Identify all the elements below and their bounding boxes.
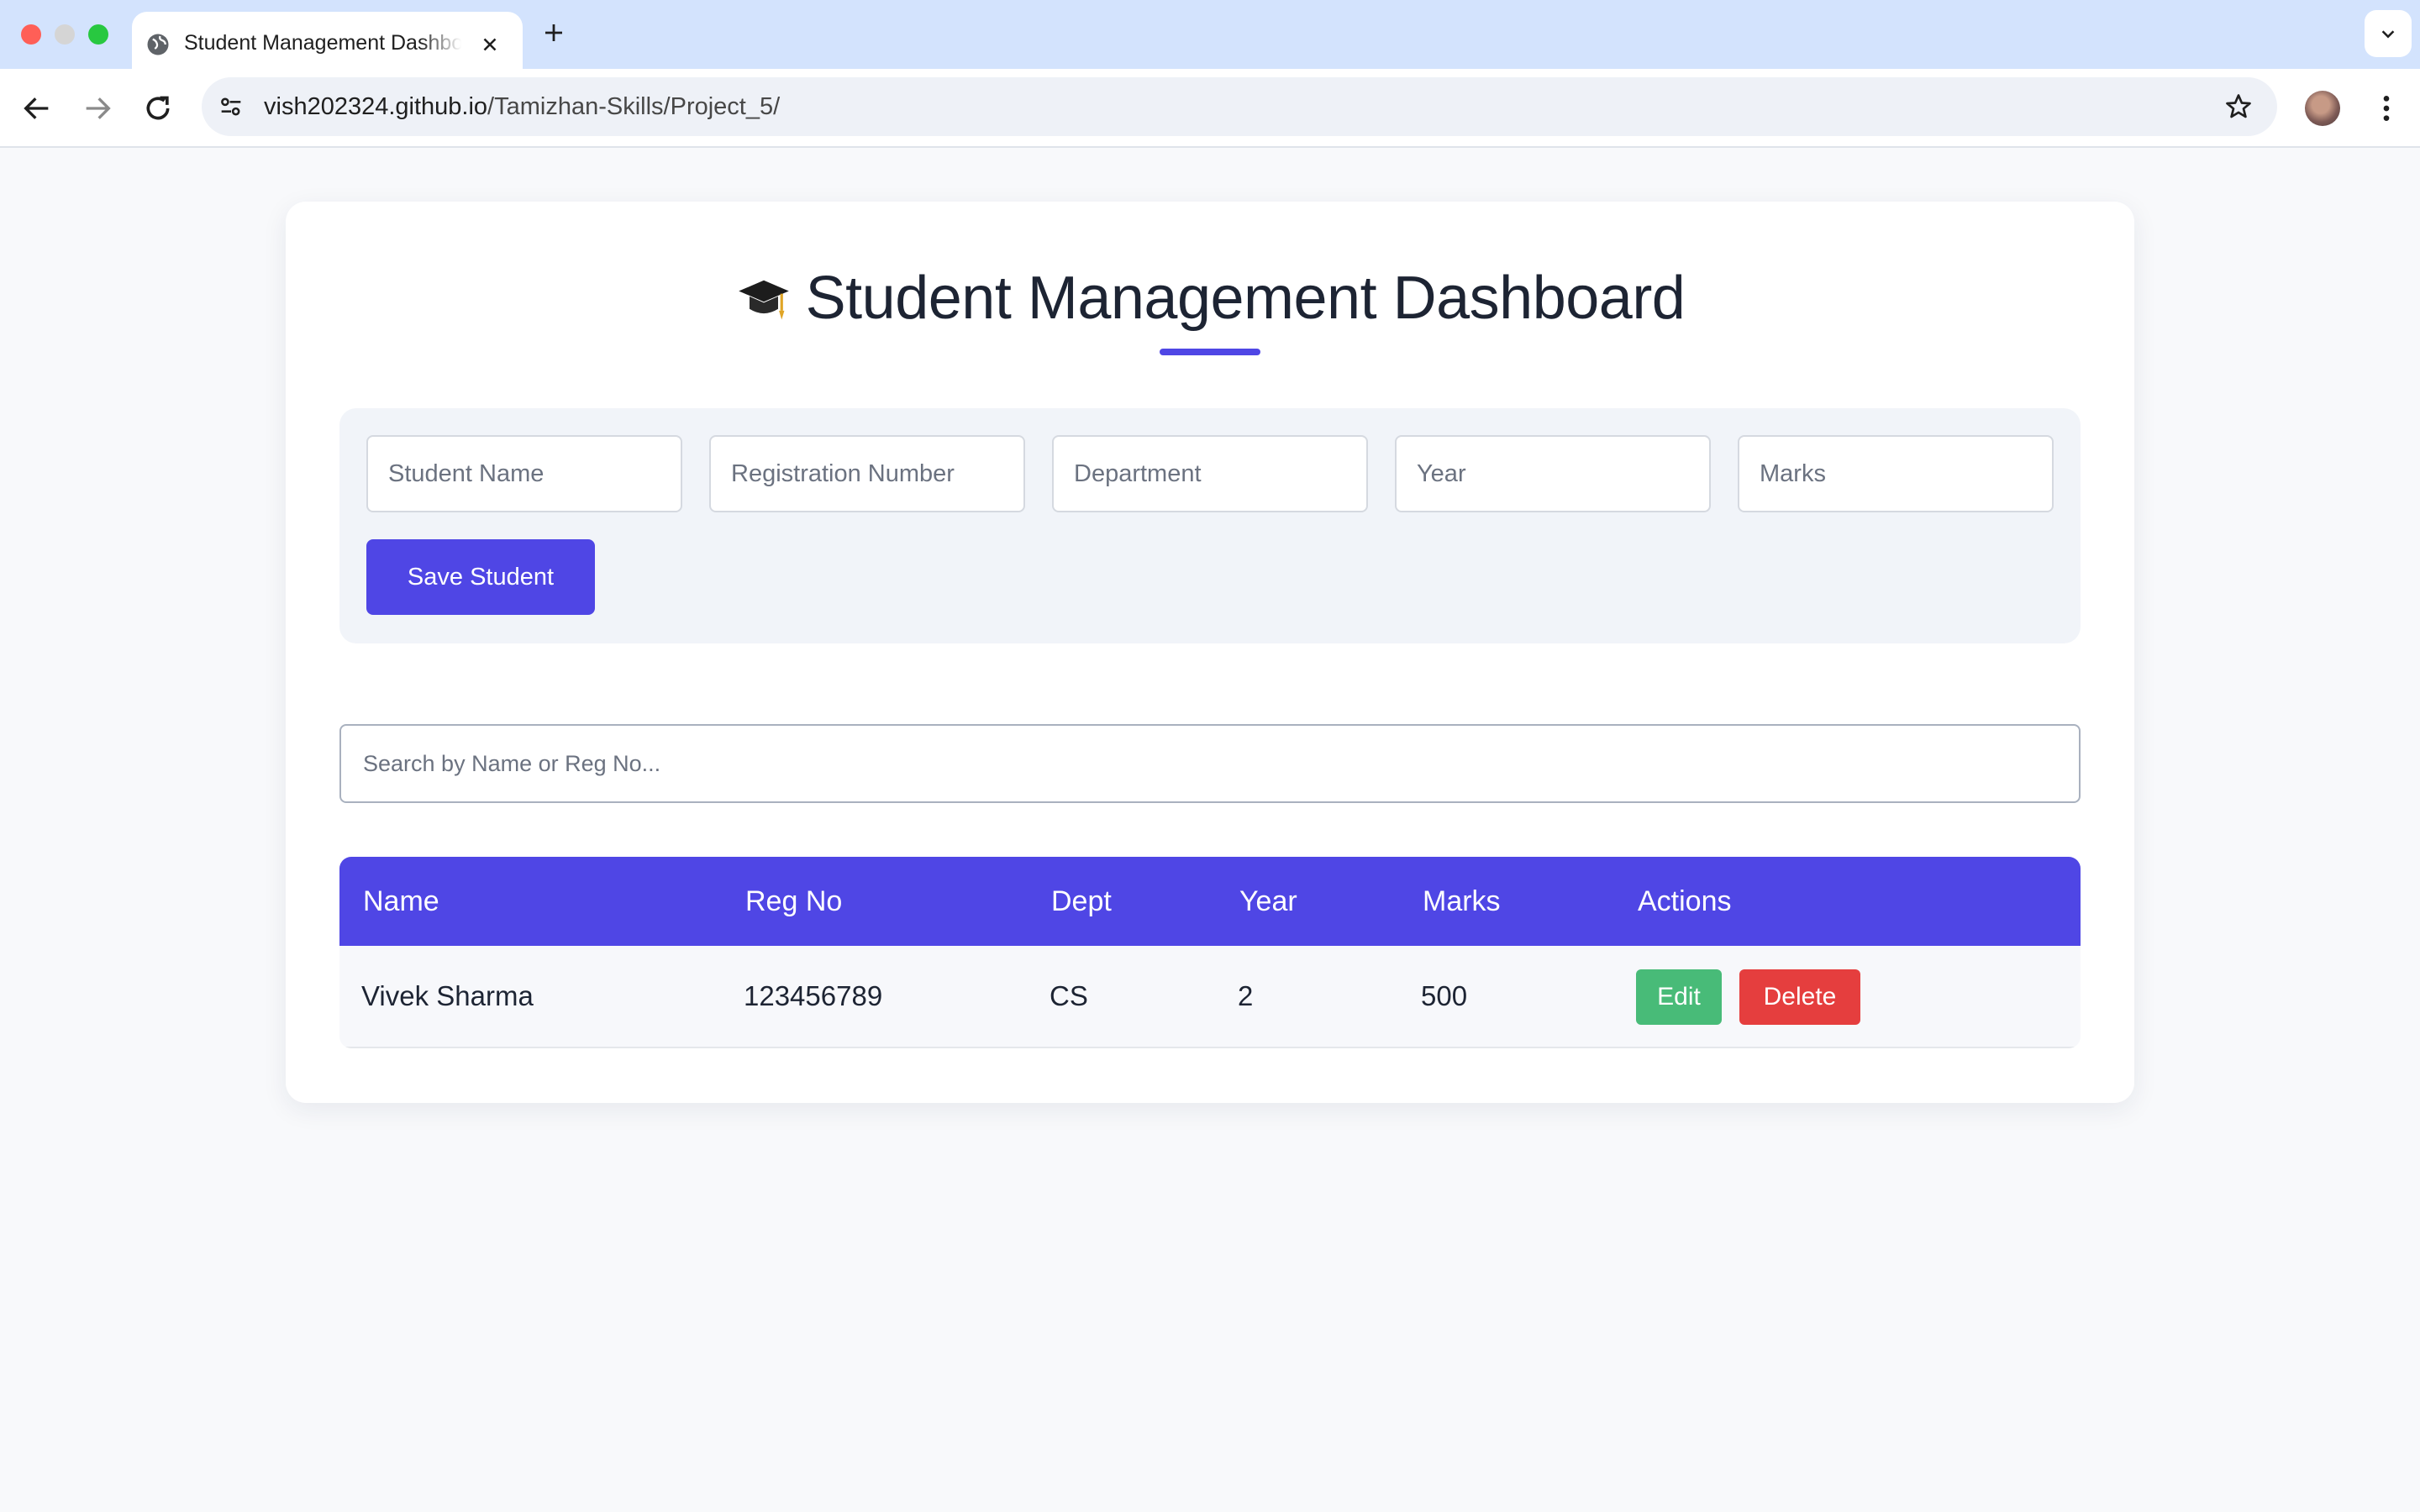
table-row: Vivek Sharma 123456789 CS 2 500 Edit Del… bbox=[339, 946, 2081, 1048]
reload-icon[interactable] bbox=[141, 92, 175, 125]
url-host: vish202324.github.io bbox=[264, 93, 488, 120]
browser-tab-strip: Student Management Dashboard bbox=[0, 0, 2420, 69]
chevron-down-icon bbox=[2381, 30, 2395, 39]
page-title: Student Management Dashboard bbox=[805, 265, 1686, 332]
dashboard-card: Student Management Dashboard Save Studen… bbox=[286, 202, 2134, 1103]
browser-toolbar: vish202324.github.io/Tamizhan-Skills/Pro… bbox=[0, 69, 2420, 148]
address-bar[interactable]: vish202324.github.io/Tamizhan-Skills/Pro… bbox=[202, 77, 2277, 136]
student-name-input[interactable] bbox=[366, 435, 682, 512]
column-header-year: Year bbox=[1239, 885, 1297, 917]
search-input[interactable] bbox=[339, 724, 2081, 803]
registration-number-input[interactable] bbox=[709, 435, 1025, 512]
students-table: Name Reg No Dept Year Marks Actions Vive… bbox=[339, 857, 2081, 1048]
minimize-window-button[interactable] bbox=[55, 24, 75, 45]
student-form: Save Student bbox=[339, 408, 2081, 643]
back-arrow-icon[interactable] bbox=[20, 92, 54, 125]
marks-input[interactable] bbox=[1738, 435, 2054, 512]
profile-avatar[interactable] bbox=[2305, 91, 2340, 126]
cell-dept: CS bbox=[1050, 980, 1088, 1011]
forward-arrow-icon[interactable] bbox=[81, 92, 114, 125]
column-header-marks: Marks bbox=[1423, 885, 1501, 917]
cell-year: 2 bbox=[1238, 980, 1254, 1011]
globe-icon bbox=[147, 34, 169, 55]
department-input[interactable] bbox=[1052, 435, 1368, 512]
table-header: Name Reg No Dept Year Marks Actions bbox=[339, 857, 2081, 946]
url-text: vish202324.github.io/Tamizhan-Skills/Pro… bbox=[264, 93, 780, 121]
column-header-actions: Actions bbox=[1638, 885, 1732, 917]
page-header: Student Management Dashboard bbox=[286, 260, 2134, 336]
delete-button[interactable]: Delete bbox=[1739, 969, 1860, 1025]
column-header-name: Name bbox=[363, 885, 439, 917]
page-body: Student Management Dashboard Save Studen… bbox=[0, 148, 2420, 1512]
tab-search-button[interactable] bbox=[2365, 10, 2412, 57]
url-path: /Tamizhan-Skills/Project_5/ bbox=[487, 93, 781, 120]
year-input[interactable] bbox=[1395, 435, 1711, 512]
maximize-window-button[interactable] bbox=[88, 24, 108, 45]
cell-reg-no: 123456789 bbox=[744, 980, 883, 1011]
more-options-icon[interactable] bbox=[2370, 92, 2403, 125]
tab-title: Student Management Dashboard bbox=[184, 31, 461, 55]
save-student-button[interactable]: Save Student bbox=[366, 539, 595, 615]
cell-marks: 500 bbox=[1421, 980, 1468, 1011]
title-underline bbox=[1160, 349, 1260, 355]
close-tab-icon[interactable] bbox=[479, 34, 501, 55]
cell-name: Vivek Sharma bbox=[361, 980, 534, 1011]
browser-tab-active[interactable]: Student Management Dashboard bbox=[132, 12, 523, 69]
column-header-reg-no: Reg No bbox=[745, 885, 843, 917]
new-tab-icon[interactable] bbox=[541, 20, 566, 45]
column-header-dept: Dept bbox=[1051, 885, 1112, 917]
graduation-cap-icon bbox=[738, 280, 789, 320]
edit-button[interactable]: Edit bbox=[1636, 969, 1722, 1025]
site-settings-icon[interactable] bbox=[217, 92, 245, 121]
close-window-button[interactable] bbox=[21, 24, 41, 45]
bookmark-star-icon[interactable] bbox=[2223, 92, 2254, 122]
